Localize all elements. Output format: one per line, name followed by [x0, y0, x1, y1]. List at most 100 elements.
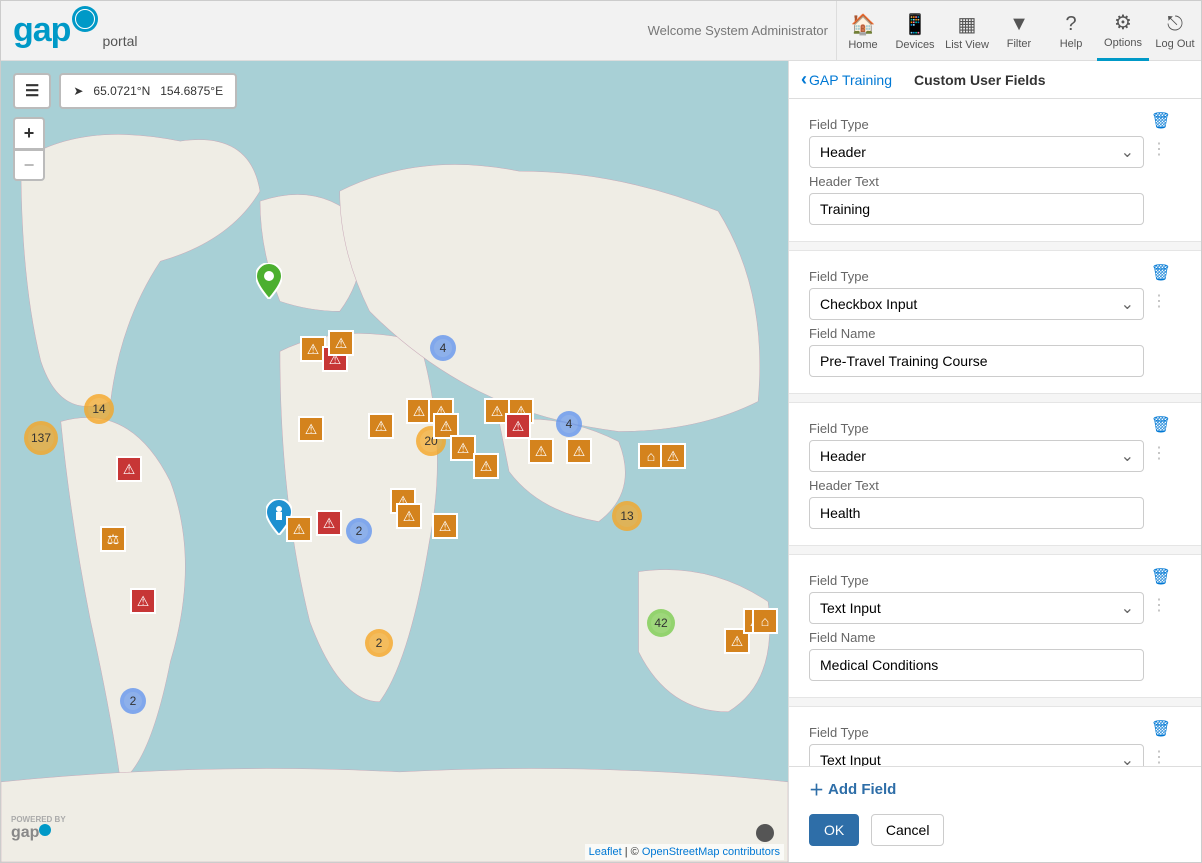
drag-handle-icon[interactable]: ⋮ [1151, 139, 1167, 159]
latitude: 65.0721°N [93, 84, 150, 98]
toolbar-log-out[interactable]: ⎋Log Out [1149, 1, 1201, 61]
red-alert-marker[interactable]: ⚠ [130, 588, 156, 614]
drag-handle-icon[interactable]: ⋮ [1151, 595, 1167, 615]
alert-icon: ⚠ [316, 510, 342, 536]
list-view-icon: ▦ [958, 12, 977, 37]
map-area[interactable]: ☰ ➤ 65.0721°N 154.6875°E + − 13714420421… [1, 61, 789, 862]
logo-text: gap [13, 11, 70, 50]
leaflet-link[interactable]: Leaflet [589, 846, 622, 858]
zoom-out-button[interactable]: − [13, 149, 45, 181]
orange-alert-marker[interactable]: ⚠ [528, 438, 554, 464]
panel-footer: ＋ Add Field OK Cancel [789, 766, 1201, 862]
orange-alert-marker[interactable]: ⚠ [432, 513, 458, 539]
alert-icon: ⚠ [130, 588, 156, 614]
zoom-control: + − [13, 117, 45, 181]
cluster-marker[interactable]: 2 [346, 518, 372, 544]
field-type-label: Field Type [809, 117, 1181, 132]
pie-chart-icon[interactable] [756, 824, 774, 842]
plus-icon: ＋ [809, 779, 824, 800]
orange-alert-marker[interactable]: ⚠ [298, 416, 324, 442]
options-icon: ⚙ [1114, 10, 1132, 35]
field-type-select[interactable]: Text Input [809, 592, 1144, 624]
alert-icon: ⚖ [100, 526, 126, 552]
trash-icon[interactable]: 🗑 [1151, 719, 1171, 739]
field-type-select[interactable]: Header [809, 136, 1144, 168]
field-value-input[interactable] [809, 345, 1144, 377]
alert-icon: ⚠ [396, 503, 422, 529]
orange-alert-marker[interactable]: ⚠ [368, 413, 394, 439]
cluster-marker[interactable]: 13 [612, 501, 642, 531]
orange-court-marker[interactable]: ⚖ [100, 526, 126, 552]
ok-button[interactable]: OK [809, 814, 859, 846]
welcome-text: Welcome System Administrator [648, 23, 828, 38]
cluster-marker[interactable]: 4 [556, 411, 582, 437]
alert-icon: ⚠ [368, 413, 394, 439]
toolbar-help[interactable]: ?Help [1045, 1, 1097, 61]
toolbar-list-view[interactable]: ▦List View [941, 1, 993, 61]
drag-handle-icon[interactable]: ⋮ [1151, 291, 1167, 311]
orange-alert-marker[interactable]: ⚠ [396, 503, 422, 529]
alert-icon: ⚠ [328, 330, 354, 356]
orange-alert-marker[interactable]: ⚠ [286, 516, 312, 542]
panel-header: ‹ GAP Training Custom User Fields [789, 61, 1201, 99]
help-icon: ? [1065, 13, 1076, 36]
field-card: 🗑⋮Field TypeText InputField Name [789, 706, 1201, 766]
powered-by-logo: POWERED BY gap [11, 815, 66, 842]
cancel-button[interactable]: Cancel [871, 814, 945, 846]
coordinate-display: ➤ 65.0721°N 154.6875°E [59, 73, 237, 109]
trash-icon[interactable]: 🗑 [1151, 415, 1171, 435]
field-value-input[interactable] [809, 649, 1144, 681]
orange-alert-marker[interactable]: ⚠ [473, 453, 499, 479]
cluster-marker[interactable]: 2 [120, 688, 146, 714]
add-field-button[interactable]: ＋ Add Field [809, 779, 896, 800]
cluster-marker[interactable]: 4 [430, 335, 456, 361]
trash-icon[interactable]: 🗑 [1151, 111, 1171, 131]
osm-link[interactable]: OpenStreetMap contributors [642, 846, 780, 858]
field-type-select[interactable]: Checkbox Input [809, 288, 1144, 320]
toolbar-devices[interactable]: 📱Devices [889, 1, 941, 61]
devices-icon: 📱 [903, 12, 928, 37]
drag-handle-icon[interactable]: ⋮ [1151, 747, 1167, 766]
filter-icon: ▼ [1009, 13, 1029, 36]
orange-alert-marker[interactable]: ⚠ [660, 443, 686, 469]
toolbar-filter[interactable]: ▼Filter [993, 1, 1045, 61]
trash-icon[interactable]: 🗑 [1151, 567, 1171, 587]
trash-icon[interactable]: 🗑 [1151, 263, 1171, 283]
panel-body[interactable]: 🗑⋮Field TypeHeaderHeader Text🗑⋮Field Typ… [789, 99, 1201, 766]
field-card: 🗑⋮Field TypeHeaderHeader Text [789, 402, 1201, 546]
back-label: GAP Training [809, 72, 892, 88]
alert-icon: ⚠ [298, 416, 324, 442]
orange-house-marker[interactable]: ⌂ [752, 608, 778, 634]
alert-icon: ⚠ [566, 438, 592, 464]
red-alert-marker[interactable]: ⚠ [316, 510, 342, 536]
field-type-select[interactable]: Text Input [809, 744, 1144, 766]
cluster-marker[interactable]: 14 [84, 394, 114, 424]
orange-alert-marker[interactable]: ⚠ [566, 438, 592, 464]
field-type-label: Field Type [809, 573, 1181, 588]
cluster-marker[interactable]: 42 [647, 609, 675, 637]
cluster-marker[interactable]: 137 [24, 421, 58, 455]
field-type-select[interactable]: Header [809, 440, 1144, 472]
red-alert-marker[interactable]: ⚠ [505, 413, 531, 439]
field-value-input[interactable] [809, 497, 1144, 529]
alert-icon: ⚠ [116, 456, 142, 482]
globe-icon [72, 6, 98, 32]
toolbar-home[interactable]: 🏠Home [837, 1, 889, 61]
drag-handle-icon[interactable]: ⋮ [1151, 443, 1167, 463]
map-menu-button[interactable]: ☰ [13, 73, 51, 109]
teardrop-green-marker[interactable] [256, 263, 282, 299]
toolbar-options[interactable]: ⚙Options [1097, 1, 1149, 61]
top-bar: gap portal Welcome System Administrator … [1, 1, 1201, 61]
red-alert-marker[interactable]: ⚠ [116, 456, 142, 482]
field-card: 🗑⋮Field TypeText InputField Name [789, 554, 1201, 698]
map-attribution: Leaflet | © OpenStreetMap contributors [585, 844, 784, 860]
cluster-marker[interactable]: 2 [365, 629, 393, 657]
back-button[interactable]: ‹ GAP Training [801, 69, 892, 90]
orange-alert-marker[interactable]: ⚠ [328, 330, 354, 356]
field-value-input[interactable] [809, 193, 1144, 225]
zoom-in-button[interactable]: + [13, 117, 45, 149]
alert-icon: ⚠ [660, 443, 686, 469]
alert-icon: ⚠ [286, 516, 312, 542]
home-icon: 🏠 [851, 12, 876, 37]
main-toolbar: 🏠Home📱Devices▦List View▼Filter?Help⚙Opti… [836, 1, 1201, 60]
